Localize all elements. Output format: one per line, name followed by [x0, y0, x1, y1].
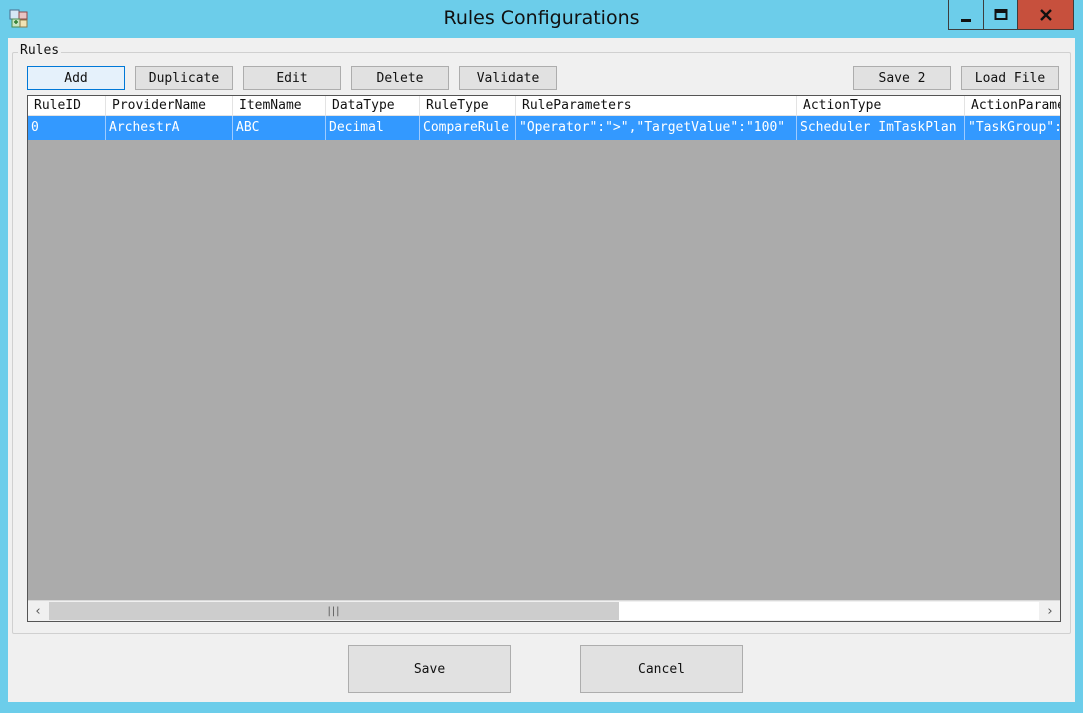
- validate-button[interactable]: Validate: [459, 66, 557, 90]
- rules-group-label: Rules: [18, 43, 62, 58]
- cell-ruleparameters[interactable]: "Operator":">","TargetValue":"100": [516, 116, 797, 140]
- column-header-ruleid[interactable]: RuleID: [28, 96, 106, 116]
- chevron-right-icon: ›: [1047, 603, 1053, 619]
- cell-ruletype[interactable]: CompareRule: [420, 116, 516, 140]
- grid-header: RuleID ProviderName ItemName DataType Ru…: [28, 96, 1060, 116]
- cell-itemname[interactable]: ABC: [233, 116, 326, 140]
- duplicate-button[interactable]: Duplicate: [135, 66, 233, 90]
- minimize-icon: [961, 18, 971, 22]
- scroll-left-button[interactable]: ‹: [28, 601, 48, 621]
- column-header-ruleparameters[interactable]: RuleParameters: [516, 96, 797, 116]
- cell-providername[interactable]: ArchestrA: [106, 116, 233, 140]
- column-header-actiontype[interactable]: ActionType: [797, 96, 965, 116]
- title-bar[interactable]: Rules Configurations: [0, 0, 1083, 38]
- table-row[interactable]: 0 ArchestrA ABC Decimal CompareRule "Ope…: [28, 116, 1060, 140]
- close-button[interactable]: [1017, 0, 1074, 30]
- column-header-datatype[interactable]: DataType: [326, 96, 420, 116]
- horizontal-scrollbar[interactable]: ‹ ||| ›: [28, 600, 1060, 621]
- maximize-icon: [994, 8, 1007, 20]
- cell-actionparameters[interactable]: "TaskGroup":: [965, 116, 1060, 140]
- grip-icon: |||: [327, 605, 341, 617]
- cancel-button[interactable]: Cancel: [580, 645, 743, 693]
- cell-ruleid[interactable]: 0: [28, 116, 106, 140]
- maximize-button[interactable]: [983, 0, 1018, 30]
- scrollbar-thumb[interactable]: |||: [49, 602, 619, 620]
- column-header-providername[interactable]: ProviderName: [106, 96, 233, 116]
- scrollbar-track[interactable]: [619, 602, 1039, 620]
- cell-actiontype[interactable]: Scheduler ImTaskPlan: [797, 116, 965, 140]
- load-file-button[interactable]: Load File: [961, 66, 1059, 90]
- rules-grid[interactable]: RuleID ProviderName ItemName DataType Ru…: [27, 95, 1061, 622]
- delete-button[interactable]: Delete: [351, 66, 449, 90]
- client-area: Rules Add Duplicate Edit Delete Validate…: [8, 38, 1075, 702]
- cell-datatype[interactable]: Decimal: [326, 116, 420, 140]
- close-icon: [1039, 8, 1052, 21]
- column-header-itemname[interactable]: ItemName: [233, 96, 326, 116]
- rules-configurations-window: Rules Configurations Rules Add Duplicate…: [0, 0, 1083, 713]
- minimize-button[interactable]: [948, 0, 984, 30]
- save-button[interactable]: Save: [348, 645, 511, 693]
- column-header-ruletype[interactable]: RuleType: [420, 96, 516, 116]
- save-2-button[interactable]: Save 2: [853, 66, 951, 90]
- add-button[interactable]: Add: [27, 66, 125, 90]
- column-header-actionparameters[interactable]: ActionParameters: [965, 96, 1060, 116]
- edit-button[interactable]: Edit: [243, 66, 341, 90]
- chevron-left-icon: ‹: [35, 603, 41, 619]
- window-title: Rules Configurations: [443, 7, 640, 29]
- scroll-right-button[interactable]: ›: [1040, 601, 1060, 621]
